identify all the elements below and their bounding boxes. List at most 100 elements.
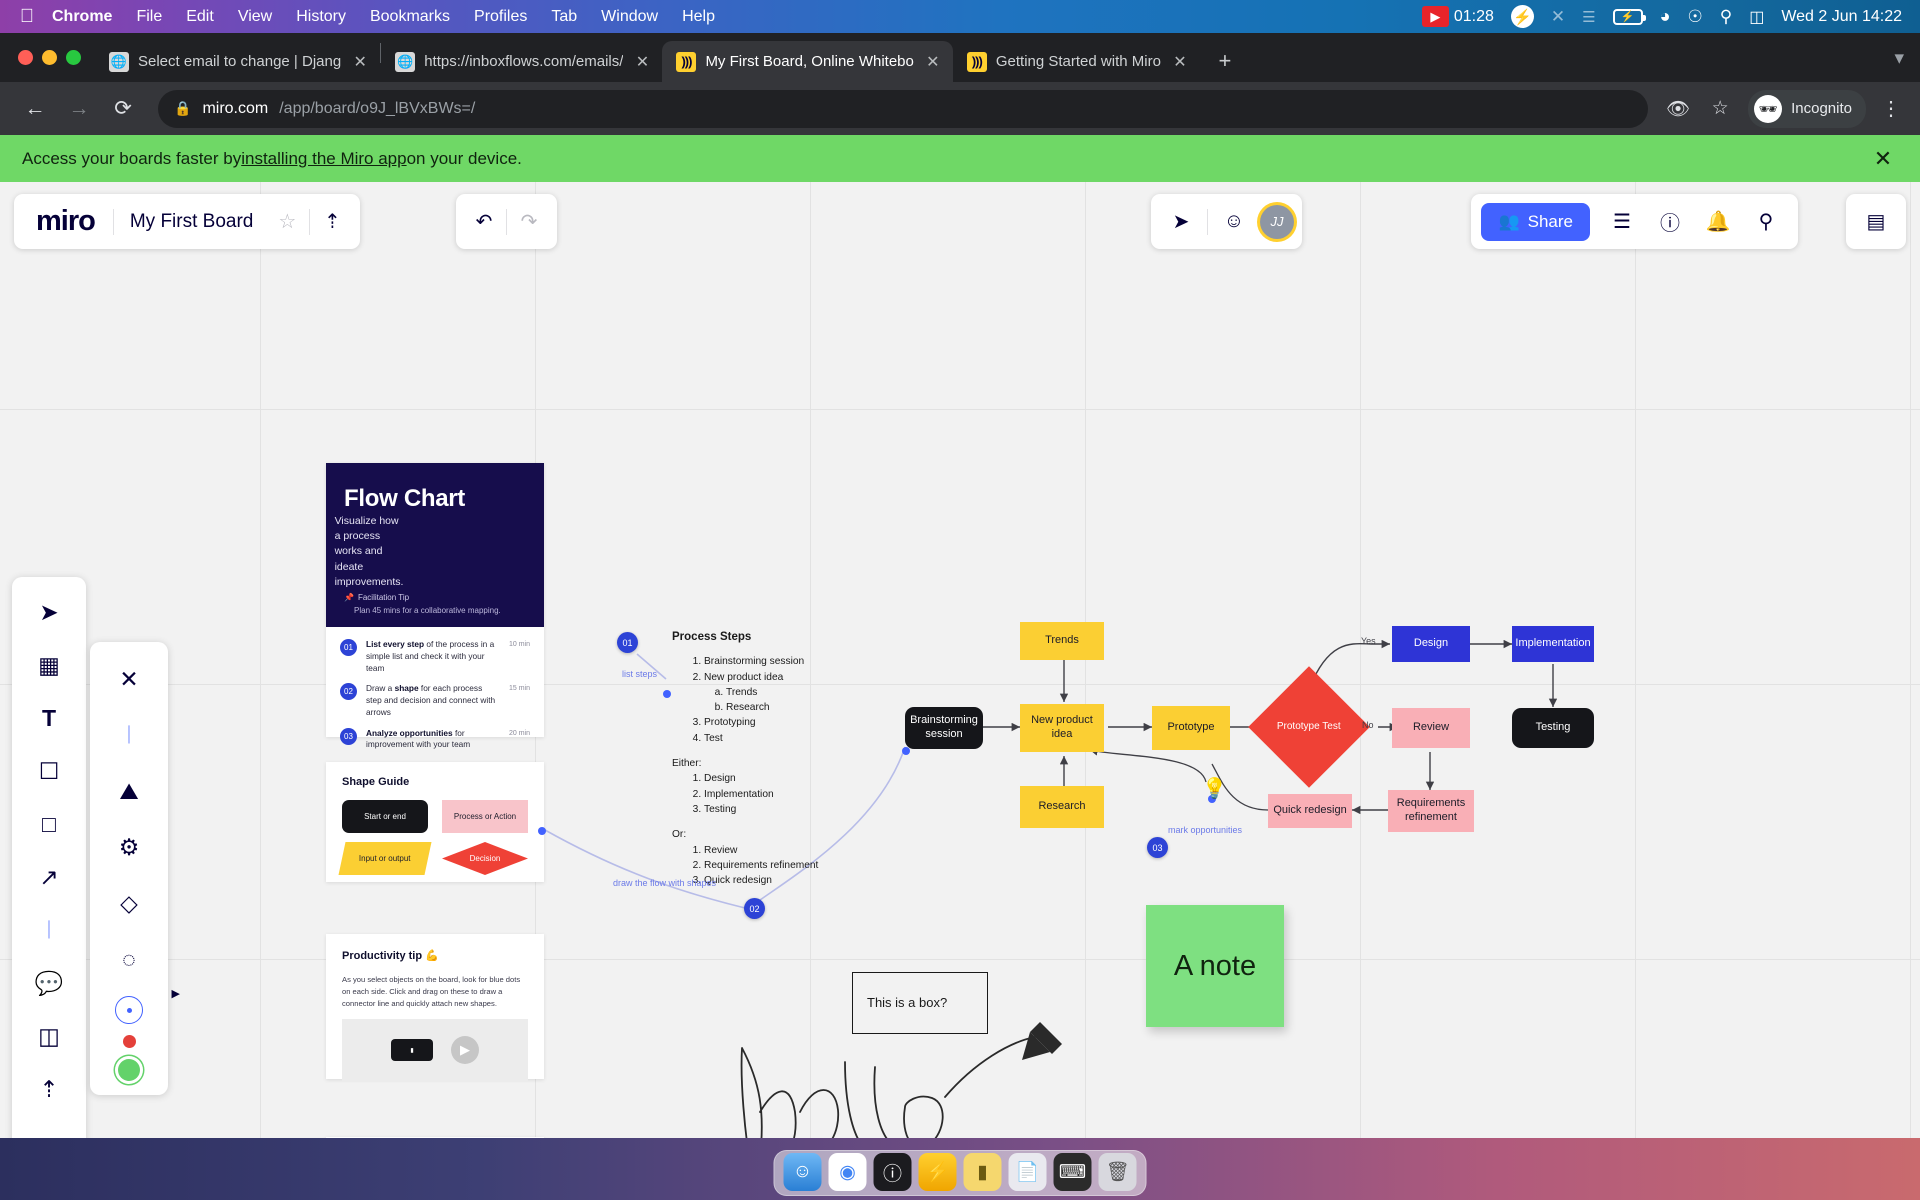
annotation-badge-02[interactable]: 02 [744,898,765,919]
sticky-note-tool-icon[interactable]: ☐ [23,746,75,796]
board-title[interactable]: My First Board [114,211,266,233]
node-trends[interactable]: Trends [1020,622,1104,660]
menubar-clock[interactable]: Wed 2 Jun 14:22 [1781,8,1902,26]
tab-inboxflows[interactable]: 🌐 https://inboxflows.com/emails/ ✕ [381,41,662,82]
control-center-icon[interactable]: ◫ [1749,7,1764,27]
node-research[interactable]: Research [1020,786,1104,828]
menu-tab[interactable]: Tab [539,8,589,26]
node-review[interactable]: Review [1392,708,1470,748]
templates-tool-icon[interactable]: ▦ [23,640,75,690]
sticky-note[interactable]: A note [1146,905,1284,1027]
wifi-icon[interactable]: ◕ [1660,6,1671,27]
menu-edit[interactable]: Edit [174,8,226,26]
tab-miro-board[interactable]: ))) My First Board, Online Whitebo ✕ [662,41,953,82]
finder-icon[interactable]: ☺ [783,1153,822,1191]
upload-tool-icon[interactable]: ⇡ [23,1064,75,1114]
shape-guide-card[interactable]: Shape Guide Start or end Process or Acti… [326,762,544,882]
productivity-tip-card[interactable]: Productivity tip 💪 As you select objects… [326,934,544,1082]
cursor-share-icon[interactable]: ➤ [1159,200,1203,244]
menu-history[interactable]: History [284,8,358,26]
menu-window[interactable]: Window [589,8,670,26]
redo-icon[interactable]: ↷ [507,200,551,244]
miro-canvas[interactable]: miro My First Board ☆ ⇡ ↶ ↷ ➤ ☺ JJ � [0,182,1920,1200]
process-steps-text[interactable]: Process Steps Brainstorming session New … [672,629,902,888]
reload-button[interactable]: ⟳ [104,90,142,128]
screen-recording-indicator[interactable]: ▶ 01:28 [1421,6,1494,27]
connector-tool-icon[interactable]: ↗ [23,852,75,902]
panel-icon[interactable]: ▤ [1854,200,1898,244]
share-button[interactable]: 👥 Share [1481,202,1590,241]
trash-icon[interactable]: 🗑 [1098,1153,1137,1191]
minimize-window-button[interactable] [42,50,57,65]
add-reaction-icon[interactable]: ☺ [1212,200,1256,244]
menu-help[interactable]: Help [670,8,727,26]
node-testing[interactable]: Testing [1512,708,1594,748]
frame-tool-icon[interactable]: ◫ [23,1011,75,1061]
annotation-badge-01[interactable]: 01 [617,632,638,653]
drawn-box[interactable]: This is a box? [852,972,988,1034]
question-mark-icon[interactable]: ⓘ [1648,200,1692,244]
lasso-select-icon[interactable]: ◌ [104,934,154,984]
node-brainstorming-session[interactable]: Brainstorming session [905,707,983,749]
pen-tool-icon[interactable]: 𝄀 [23,905,75,955]
terminal-icon[interactable]: ⌨ [1053,1153,1092,1191]
menu-view[interactable]: View [226,8,284,26]
incognito-badge[interactable]: 🕶 Incognito [1748,89,1866,128]
tip-video[interactable]: ▮ ▶ [342,1019,528,1082]
close-window-button[interactable] [18,50,33,65]
apple-logo-icon[interactable]:  [14,7,40,26]
cursor-tool-icon[interactable]: ➤ [23,587,75,637]
back-button[interactable]: ← [16,90,54,128]
node-requirements-refinement[interactable]: Requirements refinement [1388,790,1474,832]
keyboard-brightness-icon[interactable]: ☰ [1582,8,1595,26]
shapes-tool-icon[interactable]: □ [23,799,75,849]
tools-icon[interactable]: ⚡ [918,1153,957,1191]
notes-icon[interactable]: ▮ [963,1153,1002,1191]
smart-draw-icon[interactable]: ⚙ [104,822,154,872]
play-icon[interactable]: ▶ [451,1036,479,1065]
menu-bookmarks[interactable]: Bookmarks [358,8,462,26]
close-tab-icon[interactable]: ✕ [350,52,370,72]
forward-button[interactable]: → [60,90,98,128]
undo-icon[interactable]: ↶ [462,200,506,244]
search-icon[interactable]: ⚲ [1720,7,1732,27]
install-miro-app-link[interactable]: installing the Miro app [241,149,406,169]
upload-icon[interactable]: ⇡ [310,200,354,244]
banner-close-icon[interactable]: ✕ [1868,146,1898,172]
sliders-icon[interactable]: ☰ [1600,200,1644,244]
menu-file[interactable]: File [124,8,174,26]
miro-logo[interactable]: miro [20,205,113,238]
highlighter-icon[interactable]: ⛰ [104,766,154,816]
node-design[interactable]: Design [1392,626,1470,662]
submenu-expand-icon[interactable]: ▶ [172,987,180,1000]
pen-size-large[interactable] [118,1059,140,1081]
close-tab-icon[interactable]: ✕ [632,52,652,72]
bell-icon[interactable]: 🔔 [1696,200,1740,244]
maximize-window-button[interactable] [66,50,81,65]
connector-dot[interactable] [663,690,671,698]
node-quick-redesign[interactable]: Quick redesign [1268,794,1352,828]
star-icon[interactable]: ☆ [1706,95,1734,123]
annotation-badge-03[interactable]: 03 [1147,837,1168,858]
close-tab-icon[interactable]: ✕ [923,52,943,72]
menu-chrome[interactable]: Chrome [40,8,124,26]
preview-icon[interactable]: 📄 [1008,1153,1047,1191]
search-icon[interactable]: ⚲ [1744,200,1788,244]
tabstrip-profile-chevron-icon[interactable]: ▾ [1894,47,1904,70]
flowchart-hero-card[interactable]: Flow Chart Visualize how a process works… [326,463,544,627]
chrome-icon[interactable]: ◉ [828,1153,867,1191]
eye-slash-icon[interactable]: 👁 [1664,95,1692,123]
account-icon[interactable]: ☉ [1687,7,1702,27]
avatar[interactable]: JJ [1260,204,1294,239]
favorite-star-icon[interactable]: ☆ [265,200,309,244]
address-bar[interactable]: 🔒 miro.com/app/board/o9J_lBVxBWs=/ [158,89,1649,128]
connector-dot[interactable] [538,827,546,835]
node-new-product-idea[interactable]: New product idea [1020,704,1104,752]
new-tab-button[interactable]: + [1208,44,1242,78]
close-icon[interactable]: ✕ [104,654,154,704]
node-prototype[interactable]: Prototype [1152,706,1230,750]
bluetooth-off-icon[interactable]: ✕ [1551,7,1565,27]
eraser-icon[interactable]: ◇ [104,878,154,928]
pen-size-medium[interactable] [122,1035,136,1048]
comment-tool-icon[interactable]: 💬 [23,958,75,1008]
